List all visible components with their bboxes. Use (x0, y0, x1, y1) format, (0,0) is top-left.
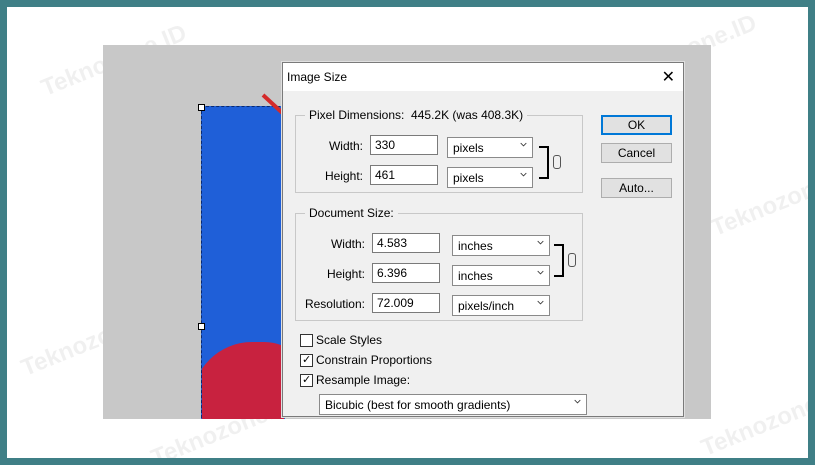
pixel-size-value: 445.2K (was 408.3K) (411, 108, 524, 122)
doc-height-input[interactable]: 6.396 (372, 263, 440, 283)
shirt-shape (202, 342, 284, 419)
pixel-height-label: Height: (324, 169, 363, 183)
transform-handle[interactable] (198, 104, 205, 111)
dialog-title: Image Size (287, 70, 348, 84)
screenshot-frame: Teknozone.ID Teknozone.ID Teknozone.ID T… (7, 7, 808, 458)
pixel-link-bracket (539, 146, 549, 179)
doc-link-bracket (554, 244, 564, 277)
link-chain-icon (553, 155, 561, 169)
checkbox-box[interactable] (300, 334, 313, 347)
doc-width-input[interactable]: 4.583 (372, 233, 440, 253)
document-size-label: Document Size: (305, 206, 398, 220)
chevron-down-icon (520, 172, 527, 177)
chevron-down-icon (537, 270, 544, 275)
pixel-width-unit-select[interactable]: pixels (447, 137, 533, 158)
dialog-titlebar: Image Size ✕ (283, 63, 683, 91)
image-preview (201, 106, 285, 419)
checkmark-icon: ✓ (302, 374, 312, 386)
watermark: Teknozone.ID (697, 379, 808, 458)
image-size-dialog: Image Size ✕ Pixel Dimensions: 445.2K (w… (282, 62, 684, 417)
doc-height-unit-select[interactable]: inches (452, 265, 550, 286)
scale-styles-label: Scale Styles (316, 333, 383, 347)
pixel-height-input[interactable]: 461 (370, 165, 438, 185)
resample-image-label: Resample Image: (316, 373, 411, 387)
resolution-unit-select[interactable]: pixels/inch (452, 295, 550, 316)
resolution-input[interactable]: 72.009 (372, 293, 440, 313)
watermark: Teknozone.ID (707, 159, 808, 242)
transform-handle[interactable] (198, 323, 205, 330)
resolution-label: Resolution: (304, 297, 365, 311)
chevron-down-icon (520, 142, 527, 147)
auto-button[interactable]: Auto... (601, 178, 672, 198)
link-chain-icon (568, 253, 576, 267)
checkmark-icon: ✓ (302, 354, 312, 366)
cancel-button[interactable]: Cancel (601, 143, 672, 163)
pixel-width-input[interactable]: 330 (370, 135, 438, 155)
chevron-down-icon (537, 240, 544, 245)
resample-method-select[interactable]: Bicubic (best for smooth gradients) (319, 394, 587, 415)
checkbox-box[interactable]: ✓ (300, 374, 313, 387)
doc-height-label: Height: (326, 267, 365, 281)
pixel-dimensions-label: Pixel Dimensions: 445.2K (was 408.3K) (305, 108, 528, 122)
doc-width-label: Width: (330, 237, 365, 251)
pixel-width-label: Width: (328, 139, 363, 153)
chevron-down-icon (574, 399, 581, 404)
ok-button[interactable]: OK (601, 115, 672, 135)
checkbox-box[interactable]: ✓ (300, 354, 313, 367)
chevron-down-icon (537, 300, 544, 305)
constrain-proportions-label: Constrain Proportions (316, 353, 433, 367)
doc-width-unit-select[interactable]: inches (452, 235, 550, 256)
pixel-height-unit-select[interactable]: pixels (447, 167, 533, 188)
close-icon[interactable]: ✕ (662, 67, 675, 87)
